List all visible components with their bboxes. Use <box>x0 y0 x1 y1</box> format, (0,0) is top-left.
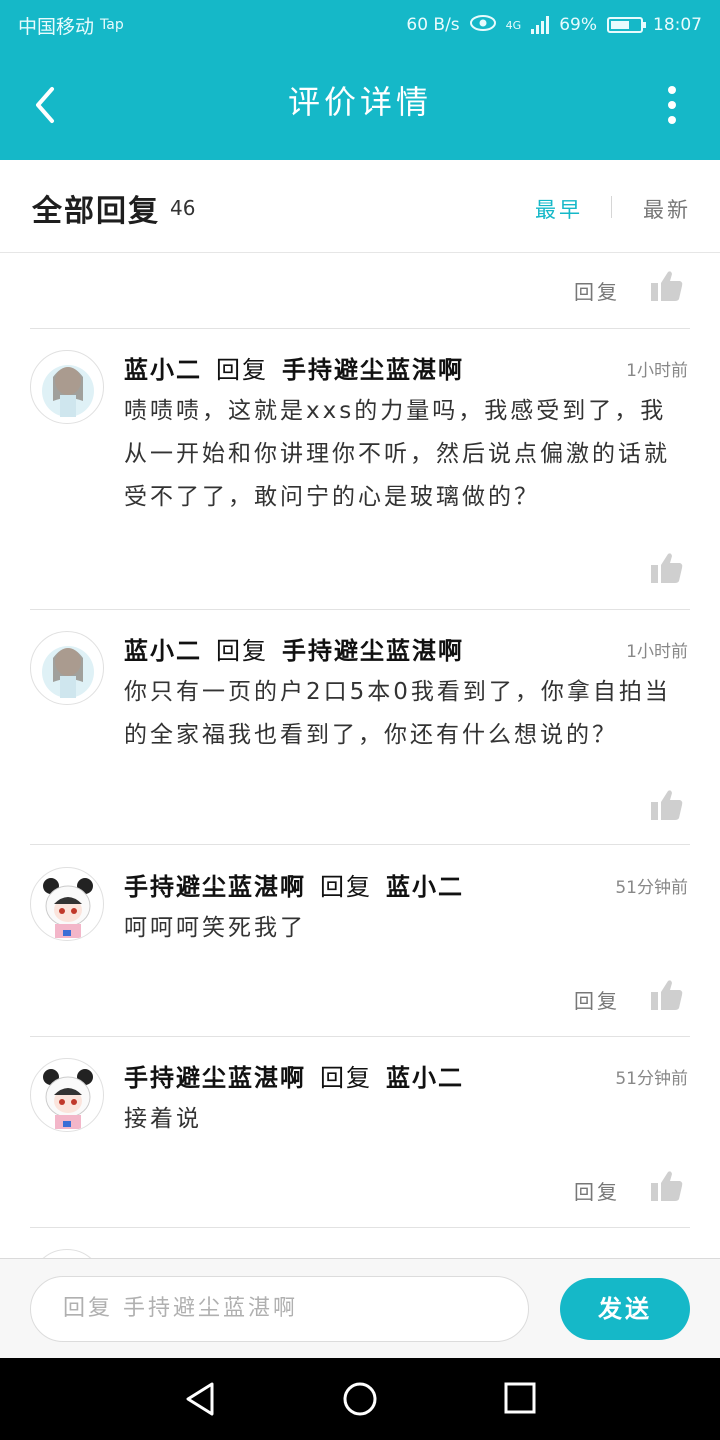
comment-text: 接着说 <box>124 1106 202 1132</box>
reply-target[interactable]: 手持避尘蓝湛啊 <box>282 356 464 384</box>
network-type: 4G <box>505 18 522 32</box>
sort-newest-tab[interactable]: 最新 <box>643 194 691 224</box>
comment-list[interactable]: 回复 蓝小二 回复 手持避尘蓝湛啊 1小时前 啧啧啧，这就是xxs的力量吗，我感受到… <box>0 254 720 1258</box>
comment-author[interactable]: 手持避尘蓝湛啊 <box>124 873 306 901</box>
sort-earliest-tab[interactable]: 最早 <box>535 194 583 224</box>
avatar[interactable] <box>30 631 104 705</box>
divider <box>30 328 690 329</box>
divider <box>30 1227 690 1228</box>
comment-time: 1小时前 <box>626 361 688 381</box>
sort-divider <box>611 196 612 218</box>
reply-word: 回复 <box>216 356 268 384</box>
system-nav-bar <box>0 1358 720 1440</box>
nav-recents-square-icon[interactable] <box>502 1380 538 1416</box>
avatar[interactable] <box>30 867 104 941</box>
reply-word: 回复 <box>216 637 268 665</box>
comment-text: 你只有一页的户2口5本0我看到了，你拿自拍当的全家福我也看到了，你还有什么想说的… <box>124 679 671 748</box>
avatar[interactable] <box>30 1249 104 1258</box>
comment-time: 51分钟前 <box>615 1069 688 1089</box>
reply-target[interactable]: 蓝小二 <box>386 873 464 901</box>
replies-count: 46 <box>170 196 196 220</box>
reply-target[interactable]: 蓝小二 <box>386 1064 464 1092</box>
status-bar: 中国移动 Tap 60 B/s 4G 69% 18:07 <box>0 0 720 50</box>
comment-header: 蓝小二 回复 手持避尘蓝湛啊 <box>124 631 464 666</box>
avatar[interactable] <box>30 350 104 424</box>
more-options-icon[interactable] <box>662 86 682 124</box>
thumbs-up-icon[interactable] <box>650 789 684 821</box>
comment-author[interactable]: 蓝小二 <box>124 356 202 384</box>
reply-button[interactable]: 回复 <box>574 985 620 1014</box>
thumbs-up-icon[interactable] <box>650 552 684 584</box>
reply-word: 回复 <box>320 1064 372 1092</box>
divider <box>30 844 690 845</box>
comment-author[interactable]: 手持避尘蓝湛啊 <box>124 1064 306 1092</box>
reply-button[interactable]: 回复 <box>574 276 620 305</box>
thumbs-up-icon[interactable] <box>650 1170 684 1202</box>
divider <box>30 609 690 610</box>
divider <box>30 1036 690 1037</box>
send-button[interactable]: 发送 <box>560 1278 690 1340</box>
carrier-badge: Tap <box>100 17 124 33</box>
battery-percent: 69% <box>559 15 597 35</box>
reply-button[interactable]: 回复 <box>574 1176 620 1205</box>
thumbs-up-icon[interactable] <box>650 270 684 302</box>
carrier-label: 中国移动 <box>18 15 95 38</box>
nav-bar: 评价详情 <box>0 50 720 160</box>
eye-icon <box>469 14 496 36</box>
all-replies-title: 全部回复 <box>32 194 160 229</box>
replies-header: 全部回复 46 最早 最新 <box>0 160 720 253</box>
comment-text: 啧啧啧，这就是xxs的力量吗，我感受到了，我从一开始和你讲理你不听，然后说点偏激… <box>124 398 670 510</box>
battery-icon <box>607 17 646 33</box>
comment-header: 手持避尘蓝湛啊 回复 蓝小二 <box>124 1058 464 1093</box>
comment-author[interactable]: 蓝小二 <box>124 637 202 665</box>
comment-time: 51分钟前 <box>615 878 688 898</box>
signal-icon <box>531 16 550 34</box>
nav-home-circle-icon[interactable] <box>341 1380 379 1418</box>
net-speed: 60 B/s <box>406 15 460 35</box>
nav-back-triangle-icon[interactable] <box>182 1380 220 1418</box>
compose-bar: 回复 手持避尘蓝湛啊 发送 <box>0 1258 720 1358</box>
reply-input[interactable]: 回复 手持避尘蓝湛啊 <box>30 1276 529 1342</box>
comment-time: 1小时前 <box>626 642 688 662</box>
comment-header: 蓝小二 回复 手持避尘蓝湛啊 <box>124 350 464 385</box>
comment-header: 手持避尘蓝湛啊 回复 蓝小二 <box>124 867 464 902</box>
page-title: 评价详情 <box>287 83 432 121</box>
reply-target[interactable]: 手持避尘蓝湛啊 <box>282 637 464 665</box>
clock: 18:07 <box>653 15 702 35</box>
avatar[interactable] <box>30 1058 104 1132</box>
comment-text: 呵呵呵笑死我了 <box>124 915 306 941</box>
thumbs-up-icon[interactable] <box>650 979 684 1011</box>
reply-word: 回复 <box>320 873 372 901</box>
